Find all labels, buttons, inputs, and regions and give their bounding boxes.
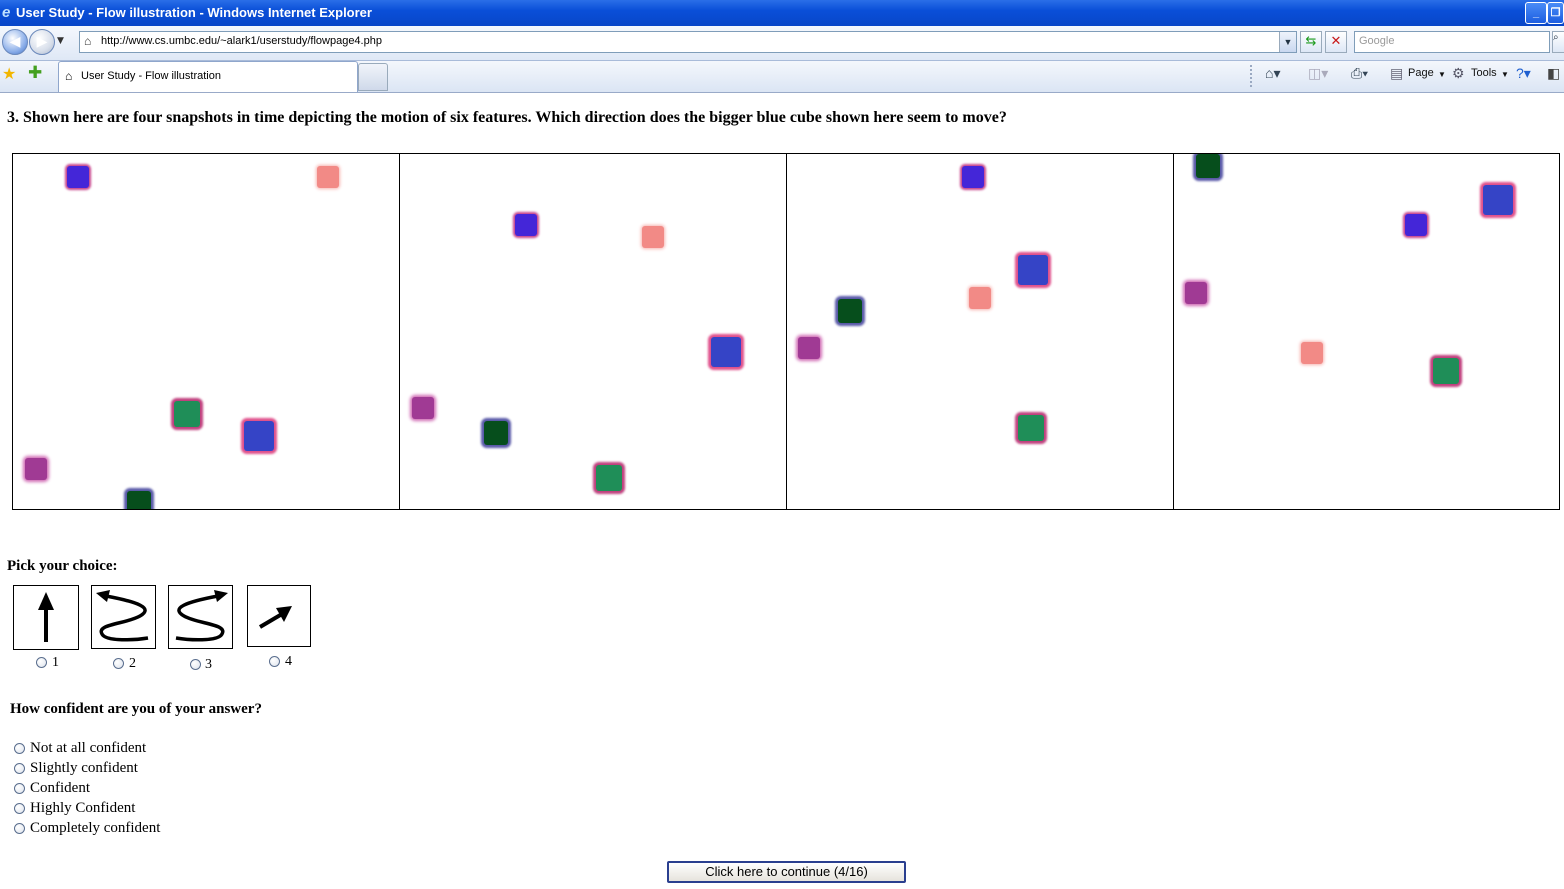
window-title-bar: e User Study - Flow illustration - Windo… — [0, 0, 1564, 26]
refresh-button[interactable]: ⇆ — [1300, 31, 1322, 53]
pink-cube — [642, 226, 664, 248]
dark-green-cube — [1196, 154, 1220, 178]
home-icon[interactable]: ⌂▾ — [1265, 65, 1280, 82]
confidence-label: Confident — [30, 780, 90, 796]
add-favorites-icon[interactable]: ✚ — [28, 63, 42, 83]
address-dropdown-icon[interactable]: ▼ — [1279, 32, 1296, 52]
snapshot-panel-3 — [787, 154, 1174, 509]
blue-cube — [67, 166, 89, 188]
snapshot-panels — [12, 153, 1560, 510]
zigzag-right-icon — [168, 585, 233, 649]
question-text: 3. Shown here are four snapshots in time… — [7, 109, 1007, 126]
dark-green-cube — [127, 491, 151, 509]
page-menu-dropdown-icon[interactable]: ▼ — [1438, 70, 1446, 79]
minimize-icon[interactable]: _ — [1525, 2, 1547, 24]
confidence-label: Not at all confident — [30, 740, 147, 756]
tools-menu-dropdown-icon[interactable]: ▼ — [1501, 70, 1509, 79]
big-blue-cube — [1483, 185, 1513, 215]
blue-cube — [1405, 214, 1427, 236]
snapshot-panel-2 — [400, 154, 787, 509]
confidence-radio[interactable] — [14, 763, 25, 774]
confidence-radio[interactable] — [14, 743, 25, 754]
choice-radio-3[interactable] — [190, 659, 201, 670]
help-icon[interactable]: ?▾ — [1516, 65, 1531, 82]
choice-label-4: 4 — [285, 654, 292, 669]
page-icon: ⌂ — [84, 34, 92, 48]
tab-user-study[interactable]: ⌂ User Study - Flow illustration — [58, 61, 358, 92]
page-menu-icon: ▤ — [1390, 65, 1404, 81]
teal-cube — [1018, 415, 1044, 441]
choice-radio-2[interactable] — [113, 658, 124, 669]
big-blue-cube — [1018, 255, 1048, 285]
toolbar-grip — [1250, 65, 1254, 87]
blue-cube — [962, 166, 984, 188]
choice-radio-4[interactable] — [269, 656, 280, 667]
choice-label-2: 2 — [129, 656, 136, 671]
back-button[interactable]: ◀ — [2, 29, 28, 55]
window-title: User Study - Flow illustration - Windows… — [16, 5, 372, 20]
print-icon[interactable]: ⎙▾ — [1351, 65, 1368, 82]
search-input[interactable]: Google — [1354, 31, 1550, 53]
snapshot-panel-4 — [1174, 154, 1561, 509]
blue-cube — [515, 214, 537, 236]
purple-cube — [412, 397, 434, 419]
arrow-up-icon — [13, 585, 79, 650]
search-icon[interactable]: ⌕ — [1552, 31, 1564, 53]
choice-label-1: 1 — [52, 655, 59, 670]
pick-heading: Pick your choice: — [7, 558, 118, 574]
dark-green-cube — [484, 421, 508, 445]
address-input[interactable]: ⌂ http://www.cs.umbc.edu/~alark1/userstu… — [79, 31, 1297, 53]
tools-menu[interactable]: Tools — [1471, 67, 1497, 79]
stop-button[interactable]: ✕ — [1325, 31, 1347, 53]
confidence-radio[interactable] — [14, 803, 25, 814]
confidence-heading: How confident are you of your answer? — [10, 701, 262, 717]
teal-cube — [596, 465, 622, 491]
pink-cube — [317, 166, 339, 188]
recent-pages-dropdown-icon[interactable]: ▼ — [57, 36, 64, 46]
page-icon: ⌂ — [65, 69, 73, 83]
search-placeholder: Google — [1359, 35, 1395, 47]
confidence-label: Highly Confident — [30, 800, 136, 816]
confidence-label: Completely confident — [30, 820, 161, 836]
new-tab-button[interactable] — [358, 63, 388, 91]
feeds-icon[interactable]: ◫▾ — [1308, 65, 1328, 82]
pink-cube — [969, 287, 991, 309]
continue-button[interactable]: Click here to continue (4/16) — [667, 861, 906, 883]
big-blue-cube — [711, 337, 741, 367]
arrow-diagonal-icon — [247, 585, 311, 647]
big-blue-cube — [244, 421, 274, 451]
zigzag-left-icon — [91, 585, 156, 649]
page-menu[interactable]: Page — [1408, 67, 1434, 79]
confidence-label: Slightly confident — [30, 760, 138, 776]
tab-toolbar: ★ ✚ ⌂ User Study - Flow illustration ⌂▾ … — [0, 61, 1564, 93]
confidence-radio[interactable] — [14, 783, 25, 794]
purple-cube — [798, 337, 820, 359]
choice-label-3: 3 — [205, 657, 212, 672]
gear-icon: ⚙ — [1452, 65, 1465, 81]
address-url: http://www.cs.umbc.edu/~alark1/userstudy… — [101, 35, 382, 47]
forward-button[interactable]: ▶ — [29, 29, 55, 55]
favorites-star-icon[interactable]: ★ — [2, 64, 16, 83]
teal-cube — [174, 401, 200, 427]
pink-cube — [1301, 342, 1323, 364]
purple-cube — [1185, 282, 1207, 304]
snapshot-panel-1 — [13, 154, 400, 509]
restore-icon[interactable]: ❐ — [1547, 2, 1564, 24]
choice-radio-1[interactable] — [36, 657, 47, 668]
ie-icon: e — [2, 4, 11, 21]
tab-label: User Study - Flow illustration — [81, 70, 221, 82]
research-icon[interactable]: ◧ — [1547, 65, 1560, 82]
purple-cube — [25, 458, 47, 480]
dark-green-cube — [838, 299, 862, 323]
confidence-radio[interactable] — [14, 823, 25, 834]
address-toolbar: ◀ ▶ ▼ ⌂ http://www.cs.umbc.edu/~alark1/u… — [0, 26, 1564, 61]
teal-cube — [1433, 358, 1459, 384]
